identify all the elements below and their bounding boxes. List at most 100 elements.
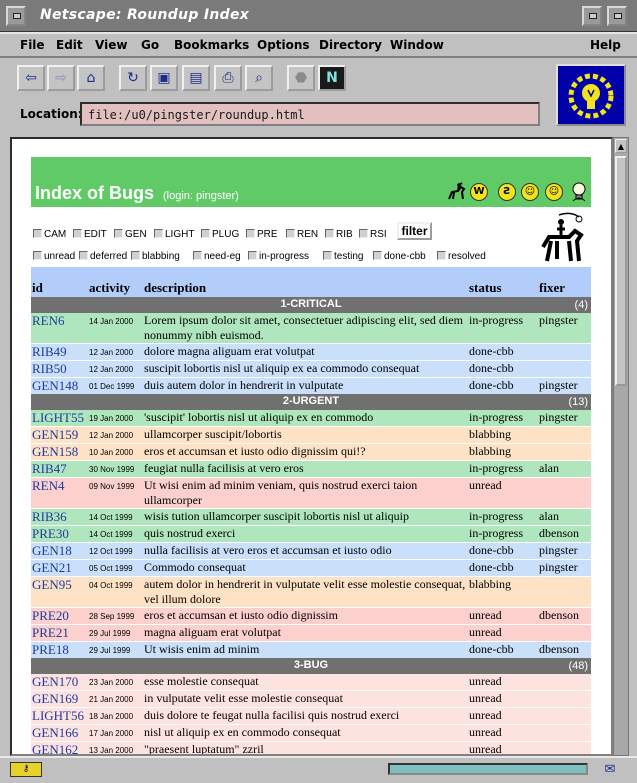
forward-button[interactable]: ⇨ [47, 65, 75, 91]
bug-id-link[interactable]: PRE30 [31, 525, 88, 543]
bug-id-link[interactable]: GEN21 [31, 559, 88, 577]
menu-help[interactable]: Help [590, 38, 621, 52]
window-menu-button[interactable] [6, 6, 26, 26]
bug-id-link[interactable]: GEN169 [31, 690, 88, 708]
home-button[interactable]: ⌂ [77, 65, 105, 91]
filter-resolved[interactable]: resolved [437, 251, 486, 262]
menu-go[interactable]: Go [141, 38, 159, 52]
table-row[interactable]: RIB47 30 Nov 1999 feugiat nulla facilisis … [31, 460, 591, 478]
table-row[interactable]: PRE21 29 Jul 1999 magna aliguam erat volut… [31, 624, 591, 642]
filter-light[interactable]: LIGHT [154, 229, 194, 240]
stop-button[interactable]: ⬣ [287, 65, 315, 91]
scroll-up-icon[interactable]: ▲ [615, 139, 627, 153]
back-button[interactable]: ⇦ [17, 65, 45, 91]
reload-button[interactable]: ↻ [119, 65, 147, 91]
table-row[interactable]: LIGHT55 19 Jan 2000'suscipit' lobortis ni… [31, 410, 591, 427]
table-row[interactable]: PRE18 29 Jul 1999 Ut wisis enim ad minim do… [31, 641, 591, 658]
table-row[interactable]: RIB50 12 Jan 2000 suscipit lobortis nisl u… [31, 360, 591, 378]
filter-cam[interactable]: CAM [33, 229, 66, 240]
table-row[interactable]: REN6 14 Jan 2000 Lorem ipsum dolor sit ame… [31, 313, 591, 344]
maximize-button[interactable] [607, 6, 627, 26]
filter-rib[interactable]: RIB [325, 229, 353, 240]
bug-id-link[interactable]: PRE20 [31, 607, 88, 625]
print-button[interactable]: ⎙ [214, 65, 242, 91]
table-row[interactable]: GEN18 12 Oct 1999 nulla facilisis at vero … [31, 542, 591, 560]
table-row[interactable]: PRE30 14 Oct 1999 quis nostrud exerci in-pr… [31, 525, 591, 543]
filter-edit[interactable]: EDIT [73, 229, 107, 240]
table-row[interactable]: GEN148 01 Dec 1999 duis autem dolor in hen… [31, 377, 591, 394]
bug-id-link[interactable]: GEN170 [31, 674, 88, 691]
bug-id-link[interactable]: RIB36 [31, 508, 88, 526]
menu-view[interactable]: View [95, 38, 127, 52]
menu-edit[interactable]: Edit [56, 38, 83, 52]
security-key-icon[interactable]: ⚷ [10, 762, 42, 777]
filter-testing[interactable]: testing [323, 251, 363, 262]
filter-plug[interactable]: PLUG [201, 229, 239, 240]
menu-file[interactable]: File [20, 38, 45, 52]
mail-icon[interactable]: ✉ [598, 762, 622, 778]
scroll-thumb[interactable] [615, 156, 627, 386]
filter-button[interactable]: filter [397, 222, 432, 240]
find-button[interactable]: ⌕ [245, 65, 273, 91]
filter-ren[interactable]: REN [286, 229, 318, 240]
vertical-scrollbar[interactable]: ▲ [613, 137, 629, 756]
col-header-description[interactable]: description [143, 267, 468, 297]
filter-deferred[interactable]: deferred [79, 251, 127, 262]
col-header-fixer[interactable]: fixer [538, 267, 591, 297]
bug-id-link[interactable]: GEN166 [31, 724, 88, 742]
filter-gen[interactable]: GEN [114, 229, 147, 240]
menu-directory[interactable]: Directory [319, 38, 382, 52]
happy-face-icon[interactable]: ☺ [545, 183, 563, 201]
table-row[interactable]: GEN159 12 Jan 2000 ullamcorper suscipit/lo… [31, 426, 591, 444]
table-row[interactable]: GEN169 21 Jan 2000 in vulputate velit esse… [31, 690, 591, 708]
smiley-face-icon[interactable]: ☺ [521, 183, 539, 201]
table-row[interactable]: RIB36 14 Oct 1999 wisis tution ullamcorper… [31, 508, 591, 526]
table-row[interactable]: PRE20 28 Sep 1999 eros et accumsan et iust… [31, 607, 591, 625]
images-button[interactable]: ▣ [150, 65, 178, 91]
table-row[interactable]: RIB49 12 Jan 2000 dolore magna aliguam era… [31, 343, 591, 361]
bug-id-link[interactable]: GEN18 [31, 542, 88, 560]
bug-id-link[interactable]: GEN95 [31, 576, 88, 608]
filter-unread[interactable]: unread [33, 251, 75, 262]
netscape-button[interactable]: N [318, 65, 346, 91]
filter-done-cbb[interactable]: done-cbb [373, 251, 426, 262]
table-row[interactable]: GEN158 10 Jan 2000 eros et accumsan et ius… [31, 443, 591, 461]
table-row[interactable]: GEN95 04 Oct 1999 autem dolor in hendrerit… [31, 576, 591, 608]
col-header-activity[interactable]: activity [88, 267, 143, 297]
bug-id-link[interactable]: REN4 [31, 477, 88, 509]
filter-need-eg[interactable]: need-eg [193, 251, 241, 262]
s-face-icon[interactable]: Ƨ [498, 183, 516, 201]
bug-id-link[interactable]: PRE21 [31, 624, 88, 642]
table-row[interactable]: LIGHT56 18 Jan 2000 duis dolore te feugat … [31, 707, 591, 725]
w-face-icon[interactable]: W [470, 183, 488, 201]
table-row[interactable]: GEN162 13 Jan 2000 "praesent luptatum" zzr… [31, 741, 591, 754]
col-header-status[interactable]: status [468, 267, 538, 297]
open-button[interactable]: ▤ [182, 65, 210, 91]
minimize-button[interactable] [582, 6, 602, 26]
menu-window[interactable]: Window [390, 38, 444, 52]
bug-id-link[interactable]: GEN162 [31, 741, 88, 754]
location-input[interactable]: file:/u0/pingster/roundup.html [80, 102, 540, 126]
bug-id-link[interactable]: PRE18 [31, 641, 88, 658]
menu-bookmarks[interactable]: Bookmarks [174, 38, 249, 52]
table-row[interactable]: GEN170 23 Jan 2000 esse molestie consequat… [31, 674, 591, 691]
col-header-id[interactable]: id [31, 267, 88, 297]
bug-id-link[interactable]: RIB47 [31, 460, 88, 478]
bug-id-link[interactable]: LIGHT55 [31, 410, 88, 427]
bug-id-link[interactable]: REN6 [31, 313, 88, 344]
filter-in-progress[interactable]: in-progress [248, 251, 309, 262]
table-row[interactable]: REN4 09 Nov 1999 Ut wisi enim ad minim ven… [31, 477, 591, 509]
table-row[interactable]: GEN166 17 Jan 2000 nisl ut aliquip ex en c… [31, 724, 591, 742]
menu-options[interactable]: Options [257, 38, 310, 52]
bug-id-link[interactable]: GEN158 [31, 443, 88, 461]
bug-id-link[interactable]: GEN159 [31, 426, 88, 444]
filter-blabbing[interactable]: blabbing [131, 251, 180, 262]
bug-id-link[interactable]: LIGHT56 [31, 707, 88, 725]
filter-rsi[interactable]: RSI [359, 229, 387, 240]
bug-id-link[interactable]: GEN148 [31, 377, 88, 394]
table-row[interactable]: GEN21 05 Oct 1999 Commodo consequat done-cb… [31, 559, 591, 577]
horse-rider-icon[interactable] [446, 181, 468, 203]
bug-id-link[interactable]: RIB50 [31, 360, 88, 378]
bug-id-link[interactable]: RIB49 [31, 343, 88, 361]
lightbulb-icon[interactable] [571, 181, 587, 203]
